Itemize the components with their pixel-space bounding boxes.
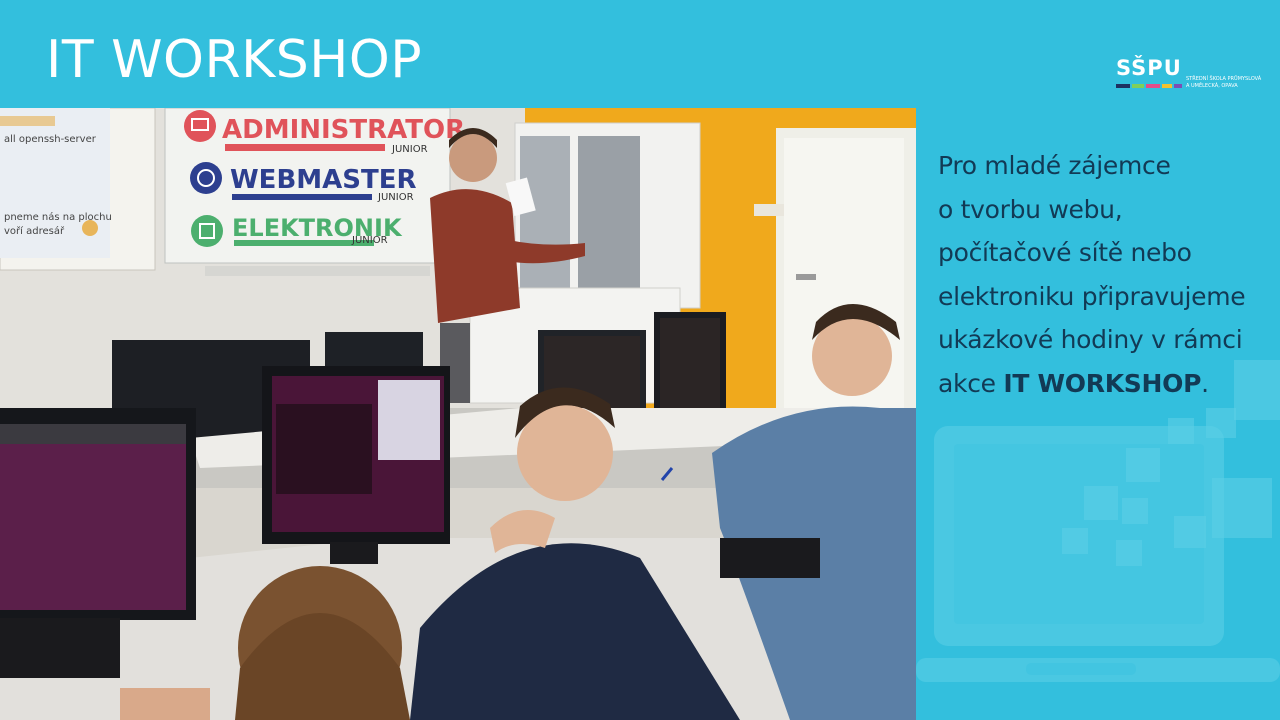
logo-bar-green <box>1132 84 1144 88</box>
slide-title: IT WORKSHOP <box>46 30 423 90</box>
description-panel: Pro mladé zájemce o tvorbu webu, počítač… <box>916 108 1280 720</box>
description-line-6-bold: IT WORKSHOP <box>1003 368 1202 398</box>
banner-administrator: ADMINISTRATOR <box>222 115 465 145</box>
school-logo-subtitle: Střední škola průmyslová a umělecká, Opa… <box>1186 76 1262 89</box>
banner-junior-1: JUNIOR <box>391 144 428 155</box>
description-line-3: počítačové sítě nebo <box>938 238 1192 267</box>
description-line-5: ukázkové hodiny v rámci <box>938 325 1243 354</box>
description-line-2: o tvorbu webu, <box>938 194 1123 224</box>
slide-header: IT WORKSHOP SŠPU Střední škola průmyslov… <box>0 0 1280 108</box>
projection-line-2: pneme nás na plochu <box>4 211 112 223</box>
banner-junior-2: JUNIOR <box>377 192 414 203</box>
description-line-6-suffix: . <box>1201 368 1209 398</box>
logo-bar-navy <box>1116 84 1130 88</box>
description-line-4: elektroniku připravujeme <box>938 281 1246 311</box>
banner-webmaster: WEBMASTER <box>230 165 417 195</box>
banner-junior-3: JUNIOR <box>351 235 388 246</box>
description-line-6-prefix: akce <box>938 368 1004 398</box>
projection-line-3: voří adresář <box>4 225 65 237</box>
description-line-1: Pro mladé zájemce <box>938 151 1171 180</box>
classroom-photo-illustration: all openssh-server pneme nás na plochu v… <box>0 108 916 720</box>
logo-bar-yellow <box>1162 84 1172 88</box>
school-logo: SŠPU Střední škola průmyslová a umělecká… <box>1116 50 1266 94</box>
logo-bar-purple <box>1174 84 1182 88</box>
school-logo-mark: SŠPU <box>1116 56 1182 80</box>
classroom-photo: all openssh-server pneme nás na plochu v… <box>0 108 916 720</box>
projection-line-1: all openssh-server <box>4 134 97 145</box>
description-text: Pro mladé zájemce o tvorbu webu, počítač… <box>938 144 1280 405</box>
logo-bar-pink <box>1146 84 1160 88</box>
